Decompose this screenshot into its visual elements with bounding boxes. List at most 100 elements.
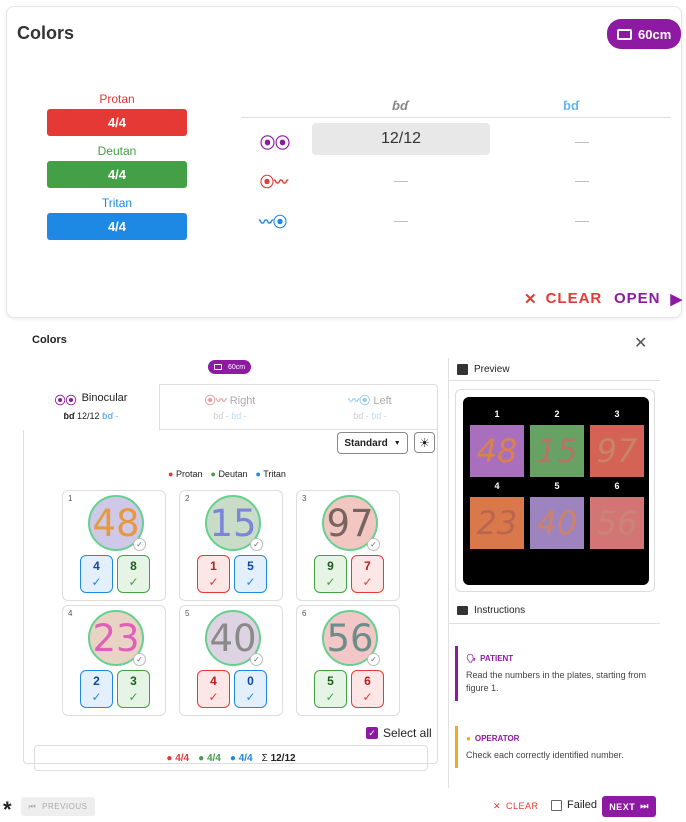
- check-icon: ✓: [245, 690, 256, 704]
- checkbox-unchecked-icon: [551, 799, 562, 811]
- left-eye-icon: 〰⦿: [348, 395, 371, 407]
- digit-value: 2: [93, 674, 100, 688]
- digit-toggle[interactable]: 7 ✓: [351, 555, 384, 593]
- digit-toggle[interactable]: 8 ✓: [117, 555, 150, 593]
- plate-number: 4: [68, 609, 73, 618]
- close-dialog-icon[interactable]: ✕: [634, 333, 647, 353]
- check-icon: ✓: [128, 690, 139, 704]
- check-icon: ✓: [362, 690, 373, 704]
- subtitles-icon: [457, 606, 468, 615]
- monitor-icon: [214, 364, 222, 370]
- summary-deutan: ● 4/4: [198, 752, 221, 764]
- protan-label: Protan: [99, 92, 135, 106]
- preview-plate: 15: [530, 425, 584, 477]
- left-eye-value: —: [394, 212, 408, 228]
- binocular-glasses-score: -: [115, 411, 119, 421]
- dialog-distance-label: 60cm: [228, 363, 246, 371]
- digit-toggle[interactable]: 2 ✓: [80, 670, 113, 708]
- check-icon: ✓: [91, 575, 102, 589]
- select-all-checkbox[interactable]: ✓ Select all: [366, 726, 432, 740]
- previous-label: PREVIOUS: [42, 802, 88, 811]
- both-eyes-glasses-value: —: [575, 133, 589, 149]
- plate-number: 2: [185, 494, 190, 503]
- digit-toggle[interactable]: 1 ✓: [197, 555, 230, 593]
- close-icon: ✕: [524, 291, 538, 308]
- mode-select[interactable]: Standard ▼: [337, 432, 408, 454]
- operator-heading: OPERATOR: [474, 734, 520, 743]
- check-icon: ✓: [250, 653, 263, 666]
- plate-card: 5 40 ✓ 4 ✓ 0 ✓: [179, 605, 283, 716]
- tab-right[interactable]: ⦿〰 Right ɓɗ - ɓɗ -: [170, 384, 290, 430]
- tab-binocular[interactable]: ⦿⦿ Binocular ɓɗ 12/12 ɓɗ -: [23, 384, 160, 430]
- brightness-button[interactable]: ☀: [414, 432, 435, 453]
- digit-toggle[interactable]: 5 ✓: [234, 555, 267, 593]
- preview-plate-number: 1: [494, 409, 500, 419]
- check-icon: ✓: [367, 653, 380, 666]
- left-glasses-score: -: [383, 411, 387, 421]
- tritan-label: Tritan: [101, 196, 133, 210]
- tritan-score: 4/4: [47, 213, 187, 240]
- no-glasses-icon: ɓɗ: [392, 98, 408, 113]
- digit-toggle[interactable]: 9 ✓: [314, 555, 347, 593]
- digit-toggle[interactable]: 0 ✓: [234, 670, 267, 708]
- person-icon: ●: [466, 734, 471, 743]
- previous-button[interactable]: ⏮ PREVIOUS: [21, 797, 95, 816]
- digit-toggle[interactable]: 4 ✓: [197, 670, 230, 708]
- skip-previous-icon: ⏮: [28, 801, 37, 811]
- clear-button[interactable]: ✕ CLEAR: [524, 290, 602, 308]
- digit-value: 5: [247, 559, 254, 573]
- caret-down-icon: ▼: [393, 439, 401, 447]
- both-eyes-score: 12/12: [312, 123, 490, 155]
- digit-value: 4: [210, 674, 217, 688]
- operator-text: Check each correctly identified number.: [466, 750, 624, 760]
- legend-tritan: ● Tritan: [255, 469, 286, 479]
- check-icon: ✓: [367, 538, 380, 551]
- preview-plate-number: 2: [554, 409, 560, 419]
- tab-left[interactable]: 〰⦿ Left ɓɗ - ɓɗ -: [310, 384, 430, 430]
- right-glasses-score: -: [243, 411, 247, 421]
- check-icon: ✓: [208, 690, 219, 704]
- patient-heading: PATIENT: [480, 654, 514, 663]
- check-icon: ✓: [362, 575, 373, 589]
- glasses-icon: ɓɗ: [102, 411, 114, 421]
- summary-total: Σ 12/12: [261, 752, 296, 764]
- preview-screen: 1 48 2 15 3 97 4 23 5 40 6 56: [463, 397, 649, 585]
- next-label: NEXT: [609, 801, 636, 812]
- legend-deutan: ● Deutan: [210, 469, 248, 479]
- digit-value: 6: [364, 674, 371, 688]
- digit-toggle[interactable]: 6 ✓: [351, 670, 384, 708]
- check-icon: ✓: [325, 575, 336, 589]
- dialog-clear-button[interactable]: ✕ CLEAR: [493, 801, 539, 812]
- protan-score: 4/4: [47, 109, 187, 136]
- preview-plate-number: 4: [494, 481, 500, 491]
- check-icon: ✓: [325, 690, 336, 704]
- distance-label: 60cm: [638, 26, 672, 42]
- preview-plate: 48: [470, 425, 524, 477]
- deutan-score: 4/4: [47, 161, 187, 188]
- checkbox-checked-icon: ✓: [366, 727, 378, 739]
- check-icon: ✓: [133, 538, 146, 551]
- digit-toggle[interactable]: 5 ✓: [314, 670, 347, 708]
- preview-plate: 23: [470, 497, 524, 549]
- play-icon: ▶: [670, 291, 684, 308]
- failed-checkbox[interactable]: Failed: [551, 799, 597, 811]
- preview-plate: 40: [530, 497, 584, 549]
- patient-text: Read the numbers in the plates, starting…: [466, 670, 647, 693]
- glasses-icon: ɓɗ: [563, 98, 579, 113]
- glasses-icon: ɓɗ: [371, 411, 382, 421]
- select-all-label: Select all: [383, 726, 432, 740]
- open-button[interactable]: OPEN ▶: [614, 290, 683, 308]
- next-button[interactable]: NEXT ⏭: [602, 796, 656, 817]
- preview-plate-number: 3: [614, 409, 620, 419]
- sun-icon: ☀: [419, 435, 430, 450]
- digit-toggle[interactable]: 4 ✓: [80, 555, 113, 593]
- digit-toggle[interactable]: 3 ✓: [117, 670, 150, 708]
- summary-card: Colors 60cm Protan 4/4 Deutan 4/4 Tritan…: [6, 6, 682, 318]
- preview-title: Preview: [474, 364, 510, 375]
- digit-value: 3: [130, 674, 137, 688]
- legend: ● Protan ● Deutan ● Tritan: [168, 469, 286, 479]
- asterisk-marker: *: [3, 797, 12, 822]
- dialog-distance-chip: 60cm: [208, 360, 252, 374]
- monitor-icon: [617, 28, 632, 40]
- digit-value: 4: [93, 559, 100, 573]
